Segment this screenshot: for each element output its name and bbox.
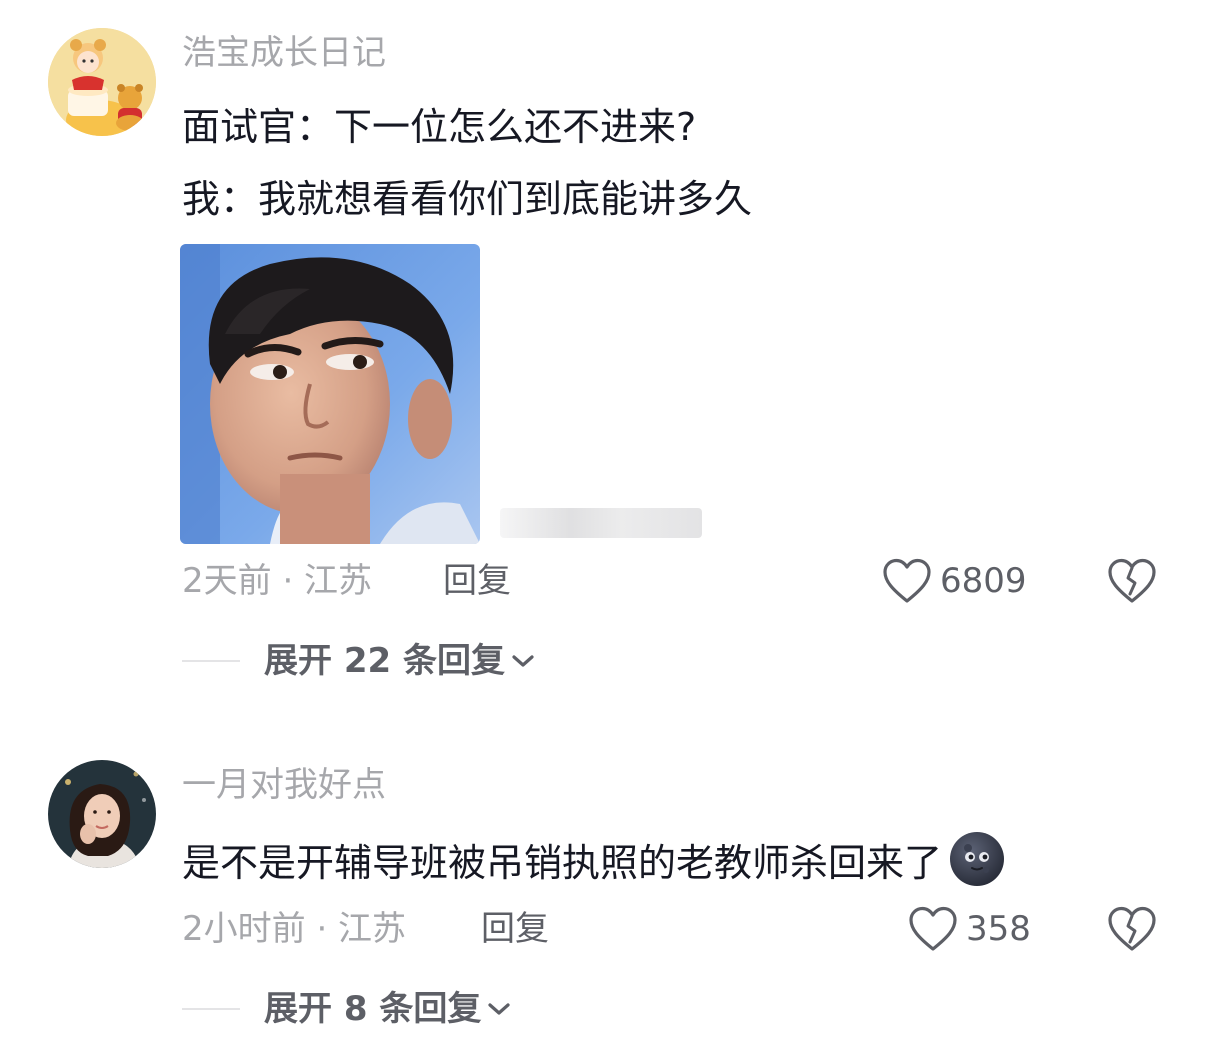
broken-heart-icon (1108, 558, 1156, 603)
expand-replies-label: 展开 22 条回复 (264, 641, 505, 681)
reply-button[interactable]: 回复 (443, 564, 511, 598)
new-moon-face-emoji (950, 832, 1005, 886)
dislike-button[interactable] (1108, 558, 1156, 608)
expand-replies[interactable]: 展开 22 条回复 (182, 644, 535, 678)
heart-outline-icon (883, 558, 931, 603)
woman-avatar-image (48, 760, 156, 868)
avatar[interactable] (48, 28, 156, 136)
reply-button[interactable]: 回复 (481, 912, 549, 946)
heart-outline-icon (909, 906, 957, 951)
username[interactable]: 浩宝成长日记 (182, 36, 386, 70)
expand-replies[interactable]: 展开 8 条回复 (182, 992, 511, 1026)
comment-text-line: 面试官：下一位怎么还不进来? (182, 105, 697, 149)
baby-avatar-image (48, 28, 156, 136)
comment-image[interactable] (180, 244, 480, 544)
comment-item: 浩宝成长日记 面试官：下一位怎么还不进来? 我：我就想看看你们到底能讲多久 2天… (0, 0, 1206, 700)
divider-line (182, 1008, 240, 1010)
comment-meta: 2小时前 · 江苏 (182, 909, 407, 949)
avatar[interactable] (48, 760, 156, 868)
meme-photo (180, 244, 480, 544)
dislike-button[interactable] (1108, 906, 1156, 956)
chevron-down-icon (488, 1003, 510, 1015)
broken-heart-icon (1108, 906, 1156, 951)
comment-text: 是不是开辅导班被吊销执照的老教师杀回来了 (182, 841, 943, 885)
comment-text-line: 我：我就想看看你们到底能讲多久 (182, 177, 753, 221)
like-count: 6809 (940, 561, 1027, 601)
comment-text-line: 是不是开辅导班被吊销执照的老教师杀回来了 (182, 832, 1006, 888)
like-button[interactable]: 358 (908, 906, 1031, 952)
watermark (500, 508, 702, 538)
comment-meta: 2天前 · 江苏 (182, 561, 373, 601)
username[interactable]: 一月对我好点 (182, 768, 386, 802)
like-button[interactable]: 6809 (882, 558, 1027, 604)
expand-replies-label: 展开 8 条回复 (264, 989, 482, 1029)
chevron-down-icon (512, 655, 534, 667)
divider-line (182, 660, 240, 662)
like-count: 358 (966, 909, 1031, 949)
